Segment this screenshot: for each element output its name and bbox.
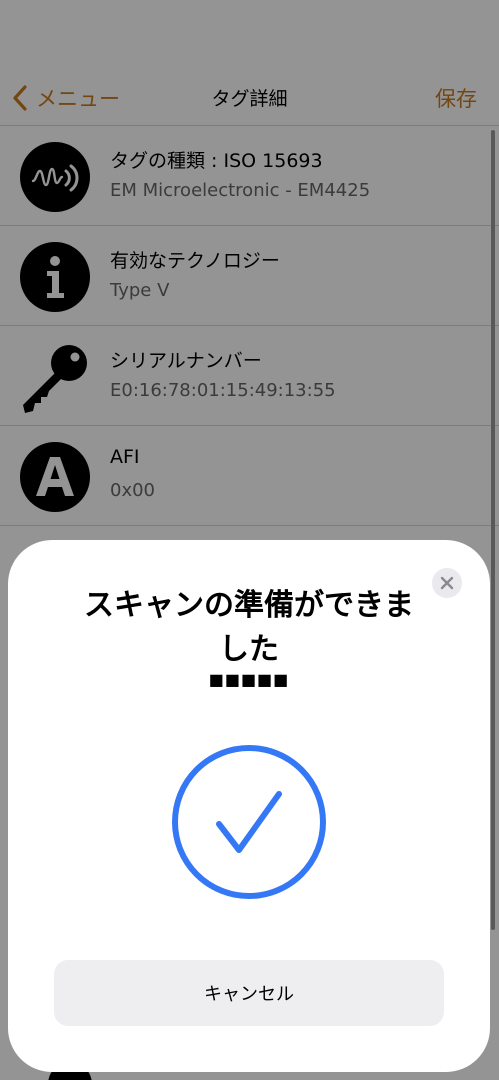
sheet-subtitle: ■■■■■ <box>208 670 290 689</box>
close-icon <box>440 576 454 590</box>
scan-sheet: スキャンの準備ができました ■■■■■ キャンセル <box>8 540 490 1072</box>
close-button[interactable] <box>432 568 462 598</box>
sheet-title: スキャンの準備ができました <box>84 588 414 667</box>
checkmark-circle-icon <box>172 745 326 899</box>
cancel-button[interactable]: キャンセル <box>54 960 444 1026</box>
